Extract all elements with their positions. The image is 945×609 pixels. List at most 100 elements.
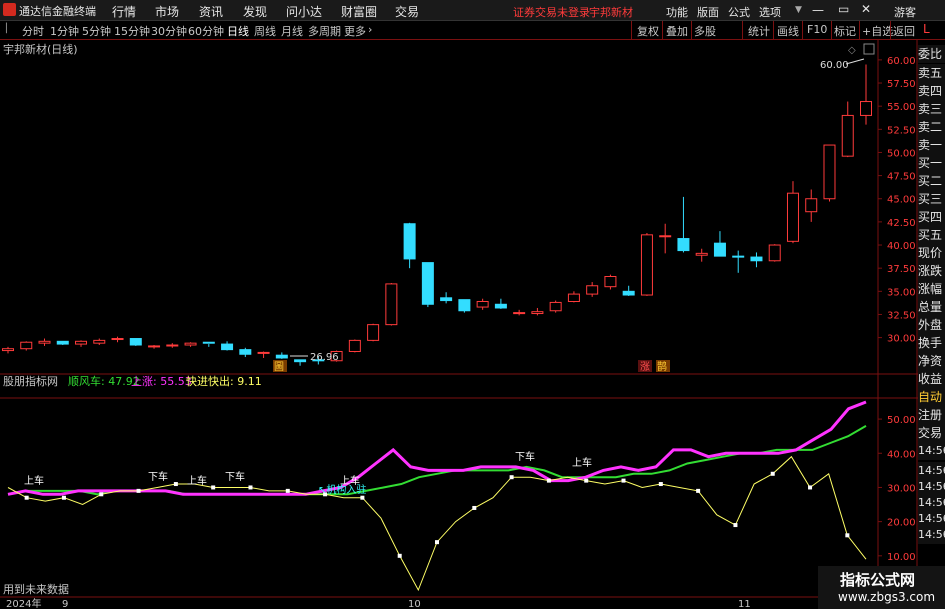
candle-body — [56, 340, 69, 345]
sell-annotation: 下车 — [148, 470, 168, 483]
menu-hangqing[interactable]: 行情 — [112, 3, 136, 20]
candle-body — [860, 101, 872, 116]
right-panel-item: 卖四 — [918, 82, 945, 100]
menu-jiaoyi[interactable]: 交易 — [395, 3, 419, 20]
duogu-button[interactable]: 多股 — [694, 23, 716, 39]
tab-fenshi[interactable]: 分时 — [22, 23, 44, 39]
right-panel-item: 总量 — [918, 298, 945, 316]
candle-body — [531, 311, 544, 315]
period-toolbar: ▏ 分时 1分钟 5分钟 15分钟 30分钟 60分钟 日线 周线 月线 多周期… — [0, 21, 945, 40]
more-chevron-icon[interactable]: › — [368, 23, 372, 36]
indicator-point — [845, 533, 850, 538]
stock-name: 宇邦新材 — [589, 6, 633, 19]
right-panel-item: 涨幅 — [918, 280, 945, 298]
toolbar-divider — [662, 21, 663, 39]
guest-button[interactable]: 游客 — [894, 4, 916, 20]
minimize-icon[interactable]: — — [812, 3, 824, 17]
huaxian-button[interactable]: 画线 — [777, 23, 799, 39]
candle-body — [403, 223, 416, 260]
watermark-url: www.zbgs3.com — [838, 590, 936, 604]
toolbar-divider — [802, 21, 803, 39]
indicator-panel — [7, 400, 867, 592]
price-tick-label: 52.50 — [887, 125, 916, 136]
candle-body — [148, 345, 161, 348]
add-watchlist-button[interactable]: +自选 — [862, 23, 893, 39]
candle-body — [622, 290, 635, 296]
toolbar-divider — [773, 21, 774, 39]
tab-5min[interactable]: 5分钟 — [82, 23, 111, 39]
toolbar-divider — [831, 21, 832, 39]
candle-body — [440, 297, 453, 302]
menu-shichang[interactable]: 市场 — [155, 3, 179, 20]
tongji-button[interactable]: 统计 — [748, 23, 770, 39]
price-axis-labels: 60.00 57.50 55.00 52.50 50.00 47.50 45.00 42.50… — [878, 56, 916, 345]
collapse-icon[interactable]: ▏ — [6, 24, 13, 34]
right-panel-item: 换手 — [918, 334, 945, 352]
fuquan-button[interactable]: 复权 — [637, 23, 659, 39]
menu-faxian[interactable]: 发现 — [243, 3, 267, 20]
diejia-button[interactable]: 叠加 — [666, 23, 688, 39]
right-panel-item: 现价 — [918, 244, 945, 262]
right-panel-item: 买五 — [918, 226, 945, 244]
candle-body — [695, 252, 708, 256]
sell-annotation: 下车 — [225, 470, 245, 483]
menu-banmian[interactable]: 版面 — [697, 4, 719, 20]
price-tick-label: 37.50 — [887, 264, 916, 275]
indicator-point — [770, 471, 775, 476]
maximize-icon[interactable]: ▭ — [838, 2, 849, 16]
right-panel-item: 14:56 — [918, 526, 945, 544]
tab-weekly[interactable]: 周线 — [254, 23, 276, 39]
min-price-label: 26.96 — [310, 352, 339, 363]
candle-body — [257, 351, 270, 354]
menu-zixun[interactable]: 资讯 — [199, 3, 223, 20]
tab-15min[interactable]: 15分钟 — [114, 23, 150, 39]
menu-caifuquan[interactable]: 财富圈 — [341, 3, 377, 20]
candle-body — [586, 285, 599, 295]
indicator-label-shangzhang: 上涨: 55.53 — [131, 375, 192, 388]
indicator-tick-label: 10.00 — [887, 552, 916, 563]
x-axis-month-9: 9 — [62, 599, 68, 609]
tab-30min[interactable]: 30分钟 — [151, 23, 187, 39]
candle-body — [75, 340, 88, 345]
tab-daily[interactable]: 日线 — [227, 23, 249, 39]
title-bar: 通达信金融终端 行情 市场 资讯 发现 问小达 财富圈 交易 证券交易未登录 宇… — [0, 0, 945, 21]
candle-series — [2, 64, 872, 366]
back-button[interactable]: 返回 — [893, 23, 915, 39]
sell-annotation: 下车 — [515, 450, 535, 463]
price-tick-label: 32.50 — [887, 310, 916, 321]
indicator-point — [24, 495, 29, 500]
candle-body — [841, 114, 854, 157]
candle-body — [640, 234, 653, 296]
right-panel-item: 卖三 — [918, 100, 945, 118]
candle-body — [367, 324, 380, 341]
kline-chart[interactable]: 60.00 57.50 55.00 52.50 50.00 47.50 45.00 42.50… — [0, 40, 945, 609]
menu-gongshi[interactable]: 公式 — [728, 4, 750, 20]
menu-wenxiaoda[interactable]: 问小达 — [286, 3, 322, 20]
toolbar-divider — [742, 21, 743, 39]
indicator-axis-labels: 50.00 40.00 30.00 20.00 10.00 — [878, 415, 916, 563]
menu-gongneng[interactable]: 功能 — [666, 4, 688, 20]
close-icon[interactable]: ✕ — [861, 2, 871, 16]
right-panel-item: 注册 — [918, 406, 945, 424]
indicator-point — [733, 523, 738, 528]
login-status[interactable]: 证券交易未登录 — [513, 4, 590, 20]
tab-1min[interactable]: 1分钟 — [50, 23, 79, 39]
price-tick-label: 55.00 — [887, 102, 916, 113]
tab-more[interactable]: 更多 — [344, 23, 366, 39]
tab-monthly[interactable]: 月线 — [281, 23, 303, 39]
candle-body — [239, 349, 252, 355]
indicator-point — [658, 482, 663, 487]
menu-xuanxiang[interactable]: 选项 — [759, 4, 781, 20]
indicator-point — [435, 540, 439, 545]
candle-body — [549, 301, 562, 312]
tab-60min[interactable]: 60分钟 — [188, 23, 224, 39]
f10-button[interactable]: F10 — [807, 23, 827, 36]
biaoji-button[interactable]: 标记 — [834, 23, 856, 39]
right-panel-item: 外盘 — [918, 316, 945, 334]
indicator-point — [173, 482, 178, 487]
tab-multi-period[interactable]: 多周期 — [308, 23, 341, 39]
event-marker-text: 鹊 — [657, 360, 667, 373]
event-marker-text: 涨 — [640, 361, 650, 373]
candle-body — [805, 198, 818, 213]
dropdown-icon[interactable]: ▼ — [795, 5, 802, 15]
